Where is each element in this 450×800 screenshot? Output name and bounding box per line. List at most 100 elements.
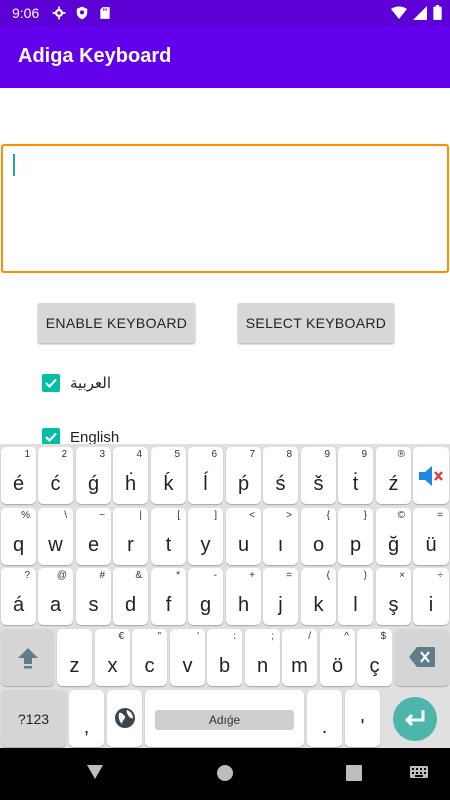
key-r3-2[interactable]: @ a bbox=[38, 568, 73, 625]
key-label: j bbox=[278, 594, 283, 616]
space-bar-label: Adıǵe bbox=[155, 710, 294, 730]
key-hint-label: ( bbox=[326, 570, 330, 581]
key-r3-7[interactable]: + h bbox=[226, 568, 261, 625]
key-r1-10[interactable]: 9ṫ bbox=[338, 447, 373, 504]
key-r3-6[interactable]: -g bbox=[188, 568, 223, 625]
key-r4-7[interactable]: / m bbox=[282, 629, 317, 686]
key-r1-6[interactable]: 6ĺ bbox=[188, 447, 223, 504]
home-icon[interactable] bbox=[216, 764, 234, 782]
key-r1-7[interactable]: 7ṕ bbox=[226, 447, 261, 504]
key-r2-12[interactable]: = ü bbox=[413, 508, 449, 565]
key-label: ṕ bbox=[237, 473, 250, 495]
numbers-key[interactable]: ?123 bbox=[1, 690, 66, 747]
key-label: a bbox=[49, 594, 62, 616]
key-r4-2[interactable]: € x bbox=[95, 629, 130, 686]
key-r1-9[interactable]: 9š bbox=[301, 447, 336, 504]
key-label: c bbox=[144, 655, 155, 677]
key-label: m bbox=[291, 655, 308, 677]
key-r1-4[interactable]: 4ḣ bbox=[113, 447, 148, 504]
period-key[interactable]: . bbox=[307, 690, 342, 747]
recents-icon[interactable] bbox=[346, 765, 362, 781]
language-option-arabic[interactable]: العربية bbox=[42, 374, 111, 392]
key-label: r bbox=[127, 534, 134, 556]
text-cursor bbox=[13, 154, 15, 176]
key-hint-label: 4 bbox=[136, 449, 142, 460]
key-r1-11[interactable]: ® ź bbox=[376, 447, 411, 504]
key-r1-2[interactable]: 2ć bbox=[38, 447, 73, 504]
key-r2-1[interactable]: % q bbox=[1, 508, 36, 565]
key-r4-3[interactable]: " c bbox=[132, 629, 167, 686]
key-r2-7[interactable]: < u bbox=[226, 508, 261, 565]
shield-icon bbox=[76, 6, 88, 20]
key-r2-8[interactable]: > ı bbox=[263, 508, 298, 565]
key-r2-6[interactable]: ] y bbox=[188, 508, 223, 565]
key-r1-3[interactable]: 3ǵ bbox=[76, 447, 111, 504]
key-r3-4[interactable]: & d bbox=[113, 568, 148, 625]
key-r2-11[interactable]: © ğ bbox=[376, 508, 411, 565]
key-r2-3[interactable]: ~ e bbox=[76, 508, 111, 565]
key-hint-label: = bbox=[437, 510, 443, 521]
key-label: z bbox=[69, 655, 80, 677]
speaker-mute-icon bbox=[419, 466, 443, 486]
key-r1-5[interactable]: 5ḱ bbox=[151, 447, 186, 504]
key-r4-8[interactable]: ^ ö bbox=[320, 629, 355, 686]
key-hint-label: 6 bbox=[211, 449, 217, 460]
key-label: ś bbox=[275, 473, 286, 495]
key-hint-label: # bbox=[99, 570, 105, 581]
key-label: ' bbox=[360, 716, 365, 738]
key-label: á bbox=[12, 594, 25, 616]
enable-keyboard-button[interactable]: ENABLE KEYBOARD bbox=[38, 303, 195, 343]
key-r4-4[interactable]: ' v bbox=[170, 629, 205, 686]
key-r2-9[interactable]: {o bbox=[301, 508, 336, 565]
key-r3-10[interactable]: ) l bbox=[338, 568, 373, 625]
key-r1-8[interactable]: 8ś bbox=[263, 447, 298, 504]
shift-key[interactable] bbox=[1, 629, 54, 686]
key-r4-1[interactable]: z bbox=[57, 629, 92, 686]
key-hint-label: ^ bbox=[344, 631, 349, 642]
key-label: o bbox=[312, 534, 325, 556]
key-r3-3[interactable]: # s bbox=[76, 568, 111, 625]
key-r3-5[interactable]: * f bbox=[151, 568, 186, 625]
key-r2-4[interactable]: | r bbox=[113, 508, 148, 565]
key-r2-2[interactable]: \ w bbox=[38, 508, 73, 565]
key-r3-12[interactable]: ÷ i bbox=[413, 568, 449, 625]
key-label: ǵ bbox=[87, 473, 100, 495]
comma-key[interactable]: , bbox=[69, 690, 104, 747]
select-keyboard-button[interactable]: SELECT KEYBOARD bbox=[238, 303, 394, 343]
key-r3-11[interactable]: × ş bbox=[376, 568, 411, 625]
key-hint-label: : bbox=[233, 631, 236, 642]
mute-key[interactable] bbox=[413, 447, 449, 504]
key-hint-label: € bbox=[118, 631, 124, 642]
key-r4-6[interactable]: ; n bbox=[245, 629, 280, 686]
status-time: 9:06 bbox=[12, 5, 40, 21]
key-label: ü bbox=[425, 534, 437, 556]
backspace-key[interactable] bbox=[395, 629, 449, 686]
key-r2-10[interactable]: } p bbox=[338, 508, 373, 565]
key-r4-5[interactable]: :b bbox=[207, 629, 242, 686]
keyboard-switch-icon[interactable] bbox=[410, 766, 428, 782]
enter-key[interactable] bbox=[383, 690, 449, 747]
key-hint-label: | bbox=[139, 510, 142, 521]
key-hint-label: 3 bbox=[99, 449, 105, 460]
language-switch-key[interactable] bbox=[107, 690, 142, 747]
status-bar: 9:06 bbox=[0, 0, 450, 26]
key-r3-9[interactable]: (k bbox=[301, 568, 336, 625]
key-hint-label: " bbox=[157, 631, 161, 642]
key-r2-5[interactable]: [t bbox=[151, 508, 186, 565]
key-r3-1[interactable]: ? á bbox=[1, 568, 36, 625]
text-input[interactable] bbox=[1, 144, 449, 273]
key-r1-1[interactable]: 1é bbox=[1, 447, 36, 504]
back-icon[interactable] bbox=[86, 764, 104, 780]
key-label: p bbox=[349, 534, 362, 556]
apostrophe-key[interactable]: ' bbox=[345, 690, 380, 747]
key-hint-label: \ bbox=[64, 510, 67, 521]
space-key[interactable]: Adıǵe bbox=[145, 690, 304, 747]
key-hint-label: @ bbox=[56, 570, 67, 581]
key-hint-label: 1 bbox=[24, 449, 30, 460]
key-r3-8[interactable]: = j bbox=[263, 568, 298, 625]
key-label: d bbox=[124, 594, 137, 616]
backspace-icon bbox=[409, 647, 435, 667]
key-hint-label: ~ bbox=[99, 510, 105, 521]
checkbox-arabic[interactable] bbox=[42, 374, 60, 392]
key-r4-9[interactable]: $ ç bbox=[357, 629, 392, 686]
